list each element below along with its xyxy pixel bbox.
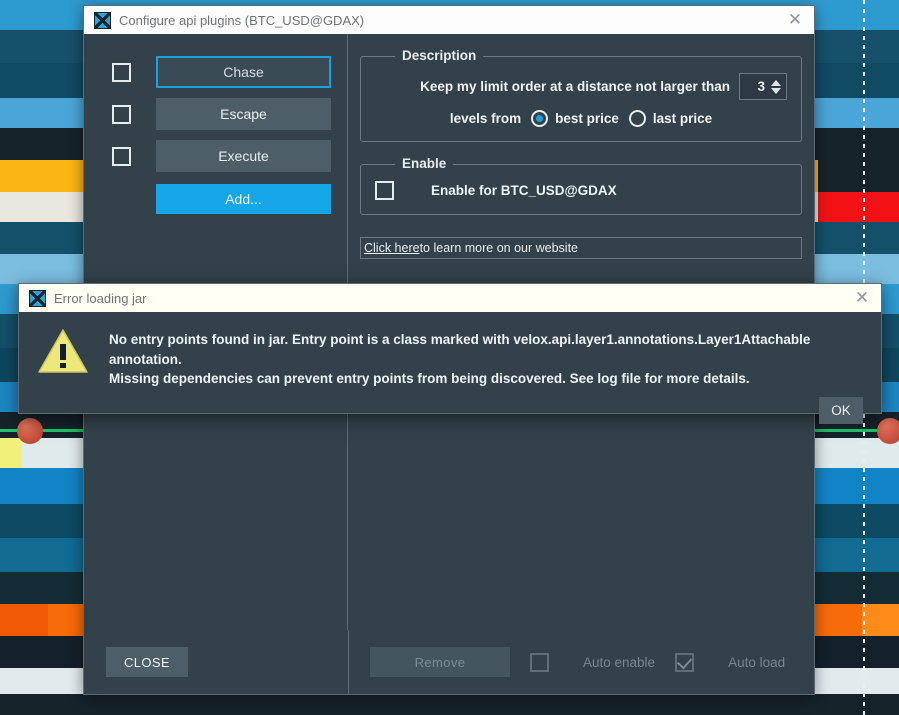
distance-setting-row: Keep my limit order at a distance not la… bbox=[375, 73, 787, 100]
auto-load-label: Auto load bbox=[728, 655, 785, 670]
background-band bbox=[0, 694, 899, 715]
close-icon[interactable]: ✕ bbox=[845, 285, 879, 311]
screen: Configure api plugins (BTC_USD@GDAX) ✕ C… bbox=[0, 0, 899, 715]
plugin-button-chase[interactable]: Chase bbox=[156, 56, 331, 88]
radio-last-price-label: last price bbox=[653, 111, 712, 126]
app-icon bbox=[29, 290, 46, 307]
background-accent bbox=[818, 160, 899, 192]
enable-checkbox[interactable] bbox=[375, 181, 394, 200]
auto-enable-row[interactable]: Auto enable bbox=[530, 653, 655, 672]
background-accent bbox=[0, 604, 48, 636]
radio-best-price-label: best price bbox=[555, 111, 619, 126]
description-legend: Description bbox=[395, 48, 483, 63]
description-group: Description Keep my limit order at a dis… bbox=[360, 56, 802, 142]
plugin-button-escape[interactable]: Escape bbox=[156, 98, 331, 130]
add-plugin-row: Add... bbox=[84, 184, 347, 214]
ok-button[interactable]: OK bbox=[819, 397, 863, 424]
app-icon bbox=[94, 12, 111, 29]
plugin-row: Execute bbox=[84, 140, 347, 172]
stepper-up-icon[interactable] bbox=[771, 80, 781, 86]
stepper-arrows[interactable] bbox=[769, 80, 782, 94]
plugin-row: Chase bbox=[84, 56, 347, 88]
error-dialog-titlebar: Error loading jar ✕ bbox=[19, 284, 881, 312]
enable-row[interactable]: Enable for BTC_USD@GDAX bbox=[375, 181, 787, 200]
remove-button[interactable]: Remove bbox=[370, 647, 510, 677]
add-button[interactable]: Add... bbox=[156, 184, 331, 214]
price-basis-row: levels from best price last price bbox=[375, 110, 787, 127]
error-dialog-title: Error loading jar bbox=[54, 291, 845, 306]
auto-enable-label: Auto enable bbox=[583, 655, 655, 670]
auto-enable-checkbox[interactable] bbox=[530, 653, 549, 672]
footer-right: Remove Auto enable Auto load bbox=[348, 647, 814, 677]
footer-divider bbox=[348, 630, 349, 694]
radio-best-price[interactable]: best price bbox=[531, 110, 619, 127]
background-accent bbox=[818, 192, 899, 222]
stepper-down-icon[interactable] bbox=[771, 88, 781, 94]
plugin-checkbox-execute[interactable] bbox=[112, 147, 131, 166]
footer-left: CLOSE bbox=[84, 647, 348, 677]
error-message: No entry points found in jar. Entry poin… bbox=[109, 326, 863, 389]
dialog-footer: CLOSE Remove Auto enable Auto load bbox=[84, 630, 814, 694]
error-message-line-1: No entry points found in jar. Entry poin… bbox=[109, 330, 863, 369]
radio-best-price-icon[interactable] bbox=[531, 110, 548, 127]
radio-last-price[interactable]: last price bbox=[629, 110, 712, 127]
main-dialog-title: Configure api plugins (BTC_USD@GDAX) bbox=[119, 13, 778, 28]
enable-legend: Enable bbox=[395, 156, 453, 171]
error-dialog-actions: OK bbox=[37, 397, 863, 424]
plugin-checkbox-escape[interactable] bbox=[112, 105, 131, 124]
radio-last-price-icon[interactable] bbox=[629, 110, 646, 127]
error-loading-jar-dialog: Error loading jar ✕ No entry points foun… bbox=[18, 283, 882, 414]
website-link-rest: to learn more on our website bbox=[420, 241, 578, 255]
website-link-box[interactable]: Click here to learn more on our website bbox=[360, 237, 802, 259]
plugin-row: Escape bbox=[84, 98, 347, 130]
error-dialog-body: No entry points found in jar. Entry poin… bbox=[19, 312, 881, 434]
close-button[interactable]: CLOSE bbox=[106, 647, 188, 677]
error-message-line-2: Missing dependencies can prevent entry p… bbox=[109, 369, 863, 389]
plugin-checkbox-chase[interactable] bbox=[112, 63, 131, 82]
main-dialog-titlebar: Configure api plugins (BTC_USD@GDAX) ✕ bbox=[84, 6, 814, 34]
background-accent bbox=[0, 438, 22, 468]
click-here-link[interactable]: Click here bbox=[364, 241, 420, 255]
distance-value: 3 bbox=[744, 79, 765, 94]
error-content: No entry points found in jar. Entry poin… bbox=[37, 326, 863, 389]
enable-checkbox-label: Enable for BTC_USD@GDAX bbox=[431, 183, 617, 198]
auto-load-checkbox[interactable] bbox=[675, 653, 694, 672]
levels-from-label: levels from bbox=[450, 111, 521, 126]
distance-stepper[interactable]: 3 bbox=[739, 73, 787, 100]
plugin-button-execute[interactable]: Execute bbox=[156, 140, 331, 172]
close-icon[interactable]: ✕ bbox=[778, 7, 812, 33]
warning-triangle-icon bbox=[37, 328, 89, 374]
background-accent bbox=[862, 604, 899, 636]
enable-group: Enable Enable for BTC_USD@GDAX bbox=[360, 164, 802, 215]
auto-load-row[interactable]: Auto load bbox=[675, 653, 785, 672]
distance-label: Keep my limit order at a distance not la… bbox=[420, 79, 730, 94]
